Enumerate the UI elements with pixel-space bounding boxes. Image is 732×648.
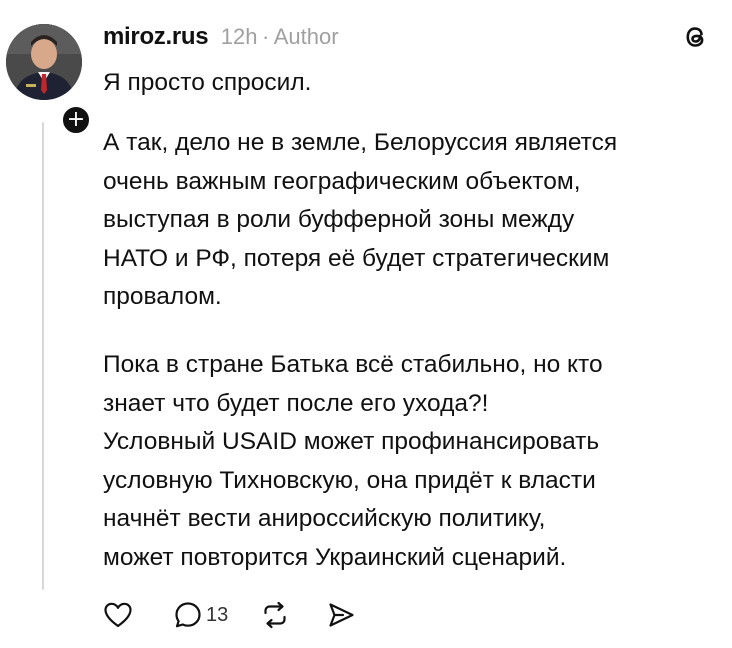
action-bar: 13 [103,598,356,632]
avatar-container[interactable]: + [6,24,92,136]
author-label: Author [273,24,339,49]
text-line: может повторится Украинский сценарий. [103,543,567,571]
text-line: провалом. [103,283,222,310]
post-paragraph-3: Пока в стране Батька всё стабильно, но к… [103,346,723,577]
text-line: А так, дело не в земле, Белоруссия являе… [103,129,618,156]
repost-icon [264,601,286,629]
text-line: знает что будет после его ухода?! [103,389,489,417]
send-icon [329,603,354,627]
thread-line [42,122,44,590]
share-button[interactable] [326,600,356,630]
reply-count: 13 [206,603,229,626]
meta-separator: · [261,24,270,49]
threads-logo-icon [680,22,710,52]
text-line: очень важным географическим объектом, [103,167,581,195]
post-time[interactable]: 12h [221,24,258,49]
threads-post: + miroz.rus 12h · Author Я просто спроси… [0,0,732,648]
username-link[interactable]: miroz.rus [103,23,209,50]
text-line: Я просто спросил. [103,69,312,96]
comment-icon [175,602,201,628]
text-line: условную Тихновскую, она придёт к власти [103,466,596,494]
text-line: Пока в стране Батька всё стабильно, но к… [103,351,603,378]
like-button[interactable] [103,601,133,629]
follow-plus-button[interactable]: + [60,104,92,136]
post-first-line: Я просто спросил. [103,64,723,103]
heart-icon [104,602,132,628]
text-line: НАТО и РФ, потеря её будет стратегически… [103,244,610,272]
avatar-image [6,24,82,100]
post-meta: miroz.rus 12h · Author [103,22,339,52]
reply-button[interactable]: 13 [173,600,228,630]
text-line: выступая в роли буфферной зоны между [103,206,575,233]
text-line: Условный USAID может профинансировать [103,428,600,455]
repost-button[interactable] [260,600,290,630]
avatar[interactable] [6,24,82,100]
text-line: начнёт вести анироссийскую политику, [103,505,546,532]
post-paragraph-2: А так, дело не в земле, Белоруссия являе… [103,124,723,317]
